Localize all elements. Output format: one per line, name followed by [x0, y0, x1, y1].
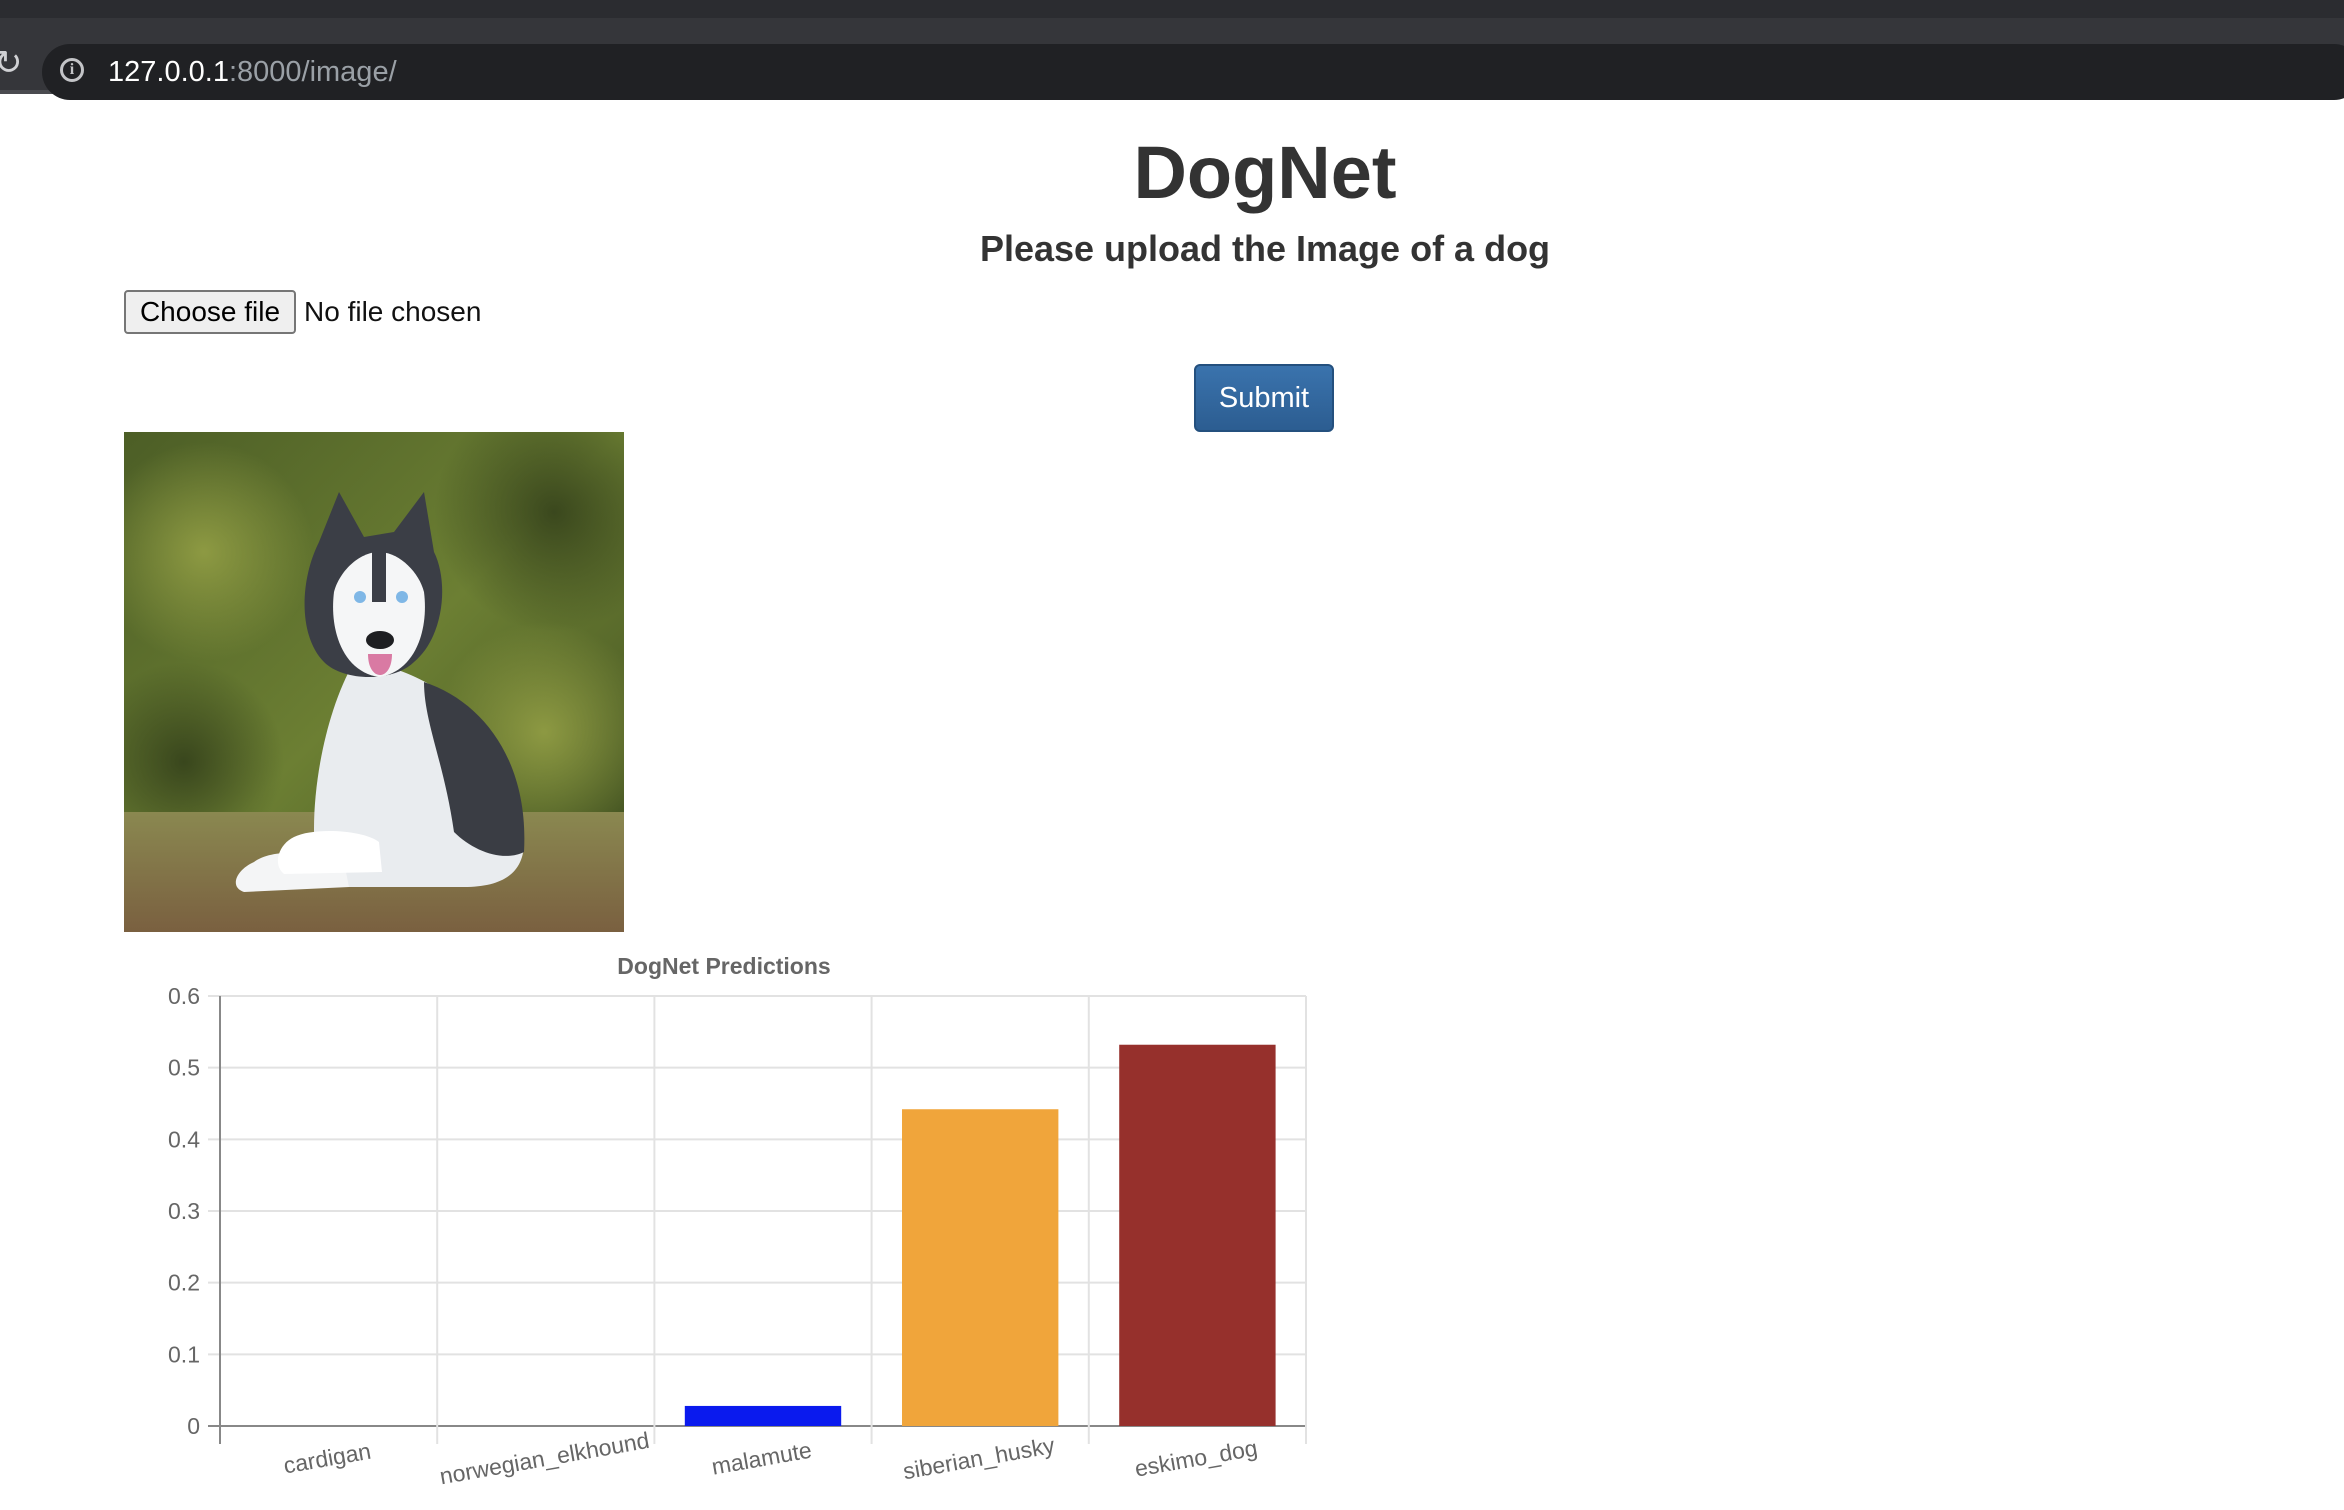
- y-tick-label: 0.2: [168, 1270, 200, 1296]
- browser-toolbar: ↻ i 127.0.0.1:8000/image/: [0, 18, 2344, 100]
- address-bar[interactable]: i 127.0.0.1:8000/image/: [42, 44, 2344, 100]
- chart-bars: [684, 1044, 1276, 1426]
- y-tick-label: 0.6: [168, 983, 200, 1009]
- chart-title: DogNet Predictions: [617, 953, 830, 979]
- x-tick-label: siberian_husky: [901, 1432, 1057, 1484]
- y-tick-label: 0.3: [168, 1198, 200, 1224]
- x-tick-label: eskimo_dog: [1133, 1435, 1260, 1482]
- y-axis-ticks: 0 0.1 0.2 0.3 0.4 0.5 0.6: [168, 983, 200, 1439]
- y-tick-label: 0.1: [168, 1341, 200, 1367]
- choose-file-button[interactable]: Choose file: [124, 290, 296, 334]
- y-tick-label: 0.5: [168, 1055, 200, 1081]
- bar-malamute[interactable]: [684, 1405, 842, 1426]
- x-tick-label: cardigan: [282, 1438, 373, 1479]
- page-title: DogNet: [1133, 131, 1397, 214]
- y-tick-label: 0: [187, 1413, 200, 1439]
- browser-tab-strip: [0, 0, 2344, 18]
- x-tick-label: norwegian_elkhound: [438, 1427, 652, 1489]
- dog-photo: [124, 432, 624, 932]
- predictions-chart: DogNet Predictions 0 0.1 0.2 0.3 0.4 0.5 0.6 c…: [168, 953, 1307, 1489]
- url-text[interactable]: 127.0.0.1:8000/image/: [108, 54, 397, 90]
- url-path: :8000/image/: [228, 56, 397, 88]
- submit-button[interactable]: Submit: [1194, 364, 1334, 432]
- y-tick-label: 0.4: [168, 1126, 200, 1152]
- x-axis-ticks: cardigan norwegian_elkhound malamute siberi…: [282, 1427, 1260, 1489]
- file-status-text: No file chosen: [304, 296, 482, 327]
- x-tick-label: malamute: [710, 1437, 814, 1480]
- bar-siberian_husky[interactable]: [902, 1109, 1059, 1426]
- page-subtitle: Please upload the Image of a dog: [979, 228, 1551, 269]
- info-icon[interactable]: i: [60, 58, 84, 82]
- url-host: 127.0.0.1: [108, 56, 229, 88]
- reload-icon[interactable]: ↻: [0, 46, 23, 80]
- bar-eskimo_dog[interactable]: [1119, 1044, 1276, 1426]
